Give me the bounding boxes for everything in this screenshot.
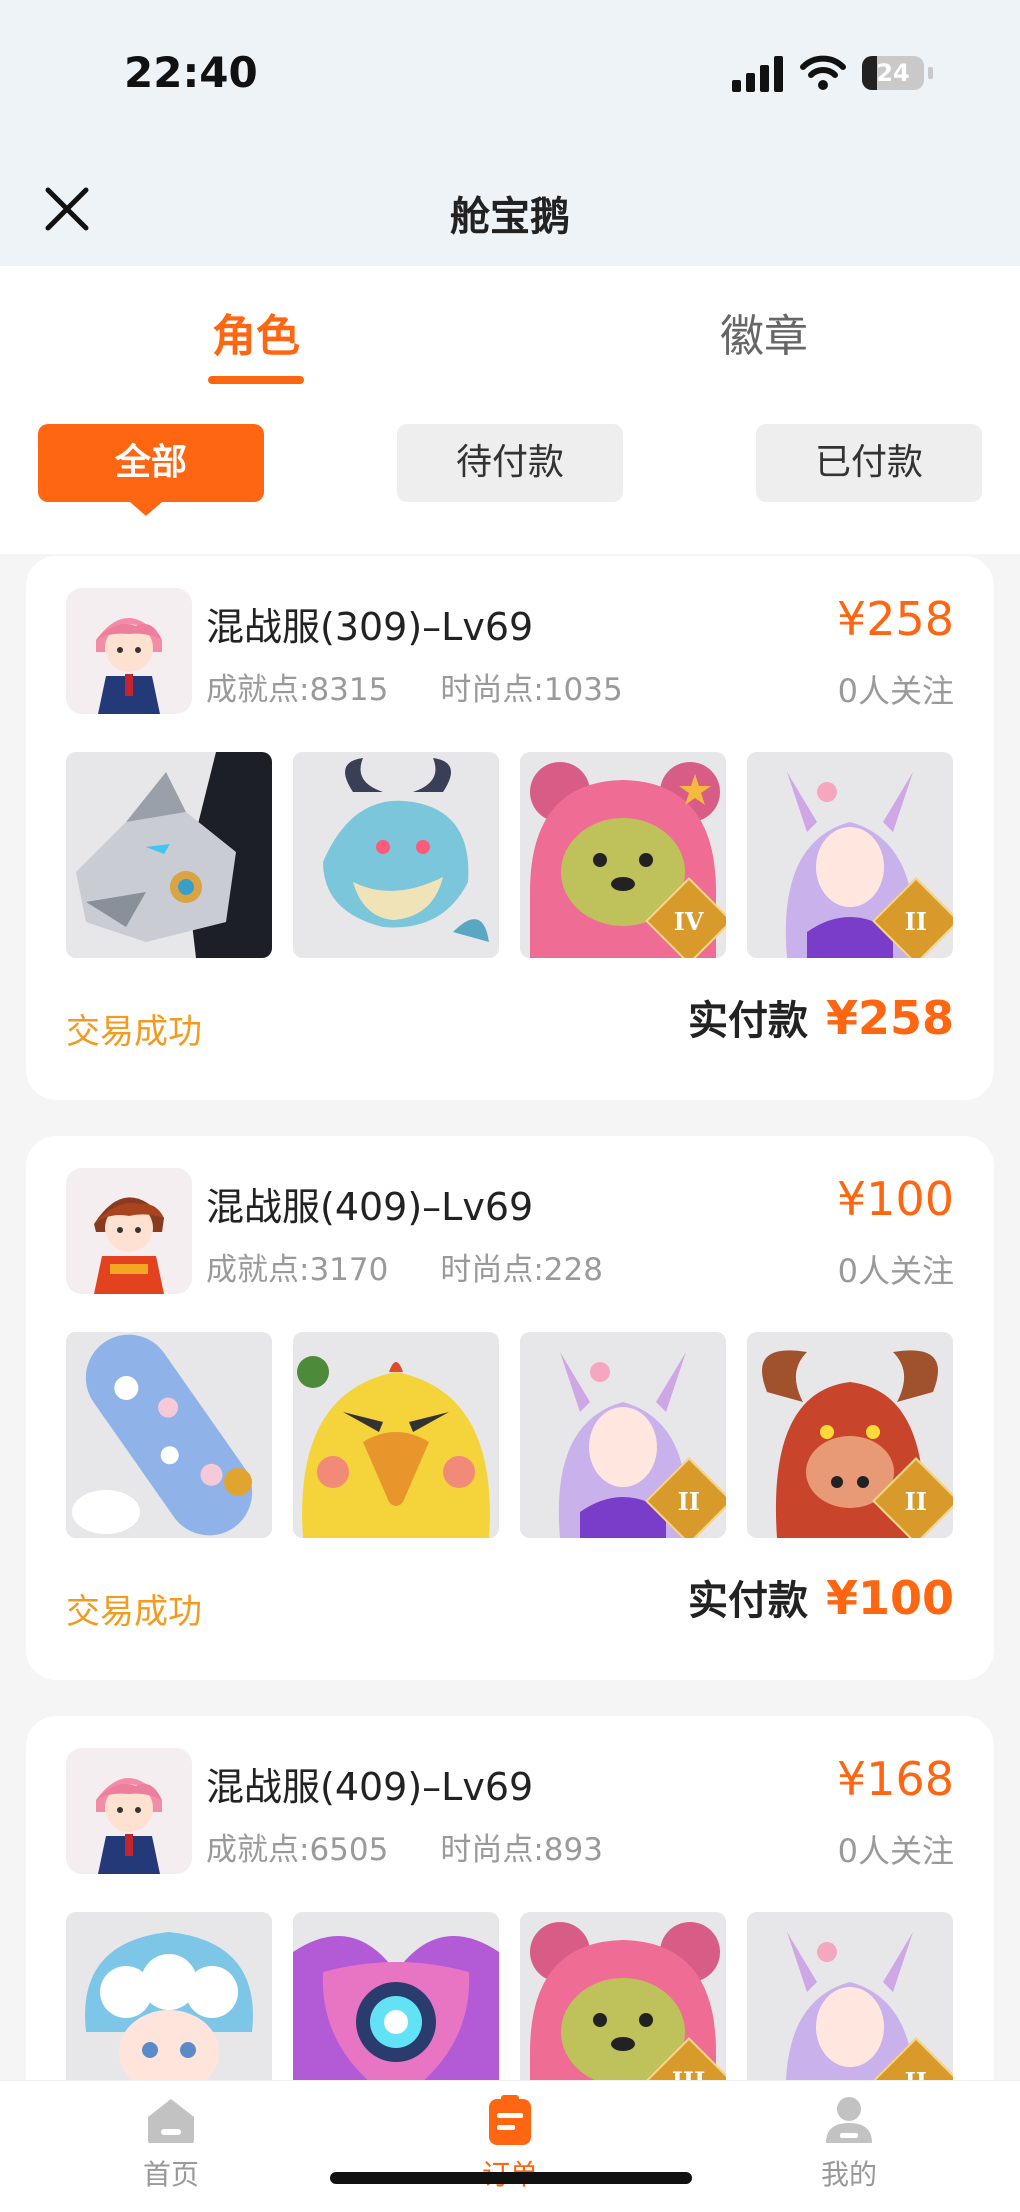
trade-status: 交易成功 xyxy=(66,1592,202,1632)
paid-summary: 实付款 ¥100 xyxy=(688,1568,954,1626)
character-avatar xyxy=(66,1748,192,1874)
blue-dragon-pet-icon xyxy=(293,752,499,958)
fashion-points: 时尚点:1035 xyxy=(440,672,623,708)
item-thumbnail[interactable] xyxy=(66,1912,272,2086)
item-thumbnail[interactable]: II xyxy=(747,752,953,958)
server-level: 混战服(409)–Lv69 xyxy=(206,1765,534,1809)
item-thumbnail[interactable]: II xyxy=(747,1332,953,1538)
battery-icon: 24 xyxy=(862,56,934,92)
server-level: 混战服(309)–Lv69 xyxy=(206,605,534,649)
fashion-points: 时尚点:893 xyxy=(440,1832,603,1868)
battery-level-text: 24 xyxy=(876,59,910,87)
tab-role[interactable]: 角色 xyxy=(156,300,356,364)
bottom-nav: 首页 订单 我的 xyxy=(0,2080,1020,2212)
character-stats: 成就点:3170 时尚点:228 xyxy=(206,1244,603,1289)
filter-all-button[interactable]: 全部 xyxy=(38,424,264,502)
character-avatar xyxy=(66,588,192,714)
order-card[interactable]: 混战服(309)–Lv69 成就点:8315 时尚点:1035 ¥258 0人关注 xyxy=(26,556,994,1100)
nav-profile-label: 我的 xyxy=(820,2158,877,2191)
home-indicator xyxy=(330,2172,692,2184)
silver-mecha-dragon-mount-icon xyxy=(66,752,272,958)
item-thumbnail[interactable] xyxy=(293,1912,499,2086)
paid-label: 实付款 xyxy=(687,1578,808,1624)
top-bar: 22:40 24 舱宝鹅 xyxy=(0,0,1020,266)
item-thumbnails: II II xyxy=(66,1332,954,1538)
tab-active-indicator xyxy=(208,376,304,384)
yellow-chick-pet-icon xyxy=(293,1332,499,1538)
page-title: 舱宝鹅 xyxy=(450,194,570,240)
paid-amount: ¥258 xyxy=(825,991,954,1045)
home-icon xyxy=(148,2099,194,2143)
order-filters: 全部 待付款 已付款 xyxy=(0,394,1020,554)
wifi-icon xyxy=(800,55,846,90)
heart-orb-wings-icon xyxy=(293,1912,499,2086)
follower-count: 0人关注 xyxy=(837,1832,954,1870)
character-stats: 成就点:8315 时尚点:1035 xyxy=(206,664,623,709)
paid-label: 实付款 xyxy=(687,998,808,1044)
follower-count: 0人关注 xyxy=(837,672,954,710)
paid-summary: 实付款 ¥258 xyxy=(688,988,954,1046)
achievement-points: 成就点:3170 xyxy=(206,1252,389,1288)
sheep-girl-hat-icon xyxy=(66,1912,272,2086)
status-time: 22:40 xyxy=(124,48,258,97)
character-stats: 成就点:6505 时尚点:893 xyxy=(206,1824,603,1869)
nav-home-label: 首页 xyxy=(142,2158,199,2191)
follower-count: 0人关注 xyxy=(837,1252,954,1290)
item-thumbnail[interactable] xyxy=(293,752,499,958)
character-avatar xyxy=(66,1168,192,1294)
price: ¥100 xyxy=(836,1172,954,1226)
item-thumbnail[interactable]: II xyxy=(520,1332,726,1538)
item-thumbnails: III II xyxy=(66,1912,954,2086)
filter-paid-button[interactable]: 已付款 xyxy=(756,424,982,502)
item-thumbnail[interactable] xyxy=(66,1332,272,1538)
achievement-points: 成就点:8315 xyxy=(206,672,389,708)
order-icon xyxy=(489,2095,531,2145)
server-level: 混战服(409)–Lv69 xyxy=(206,1185,534,1229)
fashion-points: 时尚点:228 xyxy=(440,1252,603,1288)
price: ¥168 xyxy=(836,1752,954,1806)
item-thumbnail[interactable]: II xyxy=(747,1912,953,2086)
price: ¥258 xyxy=(836,592,954,646)
category-tabs: 角色 徽章 xyxy=(0,266,1020,394)
tab-badge[interactable]: 徽章 xyxy=(664,300,864,364)
item-thumbnail[interactable]: III xyxy=(520,1912,726,2086)
filter-active-caret xyxy=(130,502,162,516)
order-card[interactable]: 混战服(409)–Lv69 成就点:3170 时尚点:228 ¥100 0人关注 xyxy=(26,1136,994,1680)
cellular-signal-icon xyxy=(732,56,783,92)
order-card[interactable]: 混战服(409)–Lv69 成就点:6505 时尚点:893 ¥168 0人关注 xyxy=(26,1716,994,2086)
sakura-skateboard-icon xyxy=(66,1332,272,1538)
nav-home[interactable]: 首页 xyxy=(96,2095,246,2193)
filter-pending-button[interactable]: 待付款 xyxy=(397,424,623,502)
trade-status: 交易成功 xyxy=(66,1012,202,1052)
paid-amount: ¥100 xyxy=(825,1571,954,1625)
profile-icon xyxy=(826,2097,872,2143)
item-thumbnail[interactable] xyxy=(66,752,272,958)
item-thumbnails: IV II xyxy=(66,752,954,958)
item-thumbnail[interactable] xyxy=(293,1332,499,1538)
item-thumbnail[interactable]: IV xyxy=(520,752,726,958)
nav-profile[interactable]: 我的 xyxy=(774,2095,924,2193)
achievement-points: 成就点:6505 xyxy=(206,1832,389,1868)
